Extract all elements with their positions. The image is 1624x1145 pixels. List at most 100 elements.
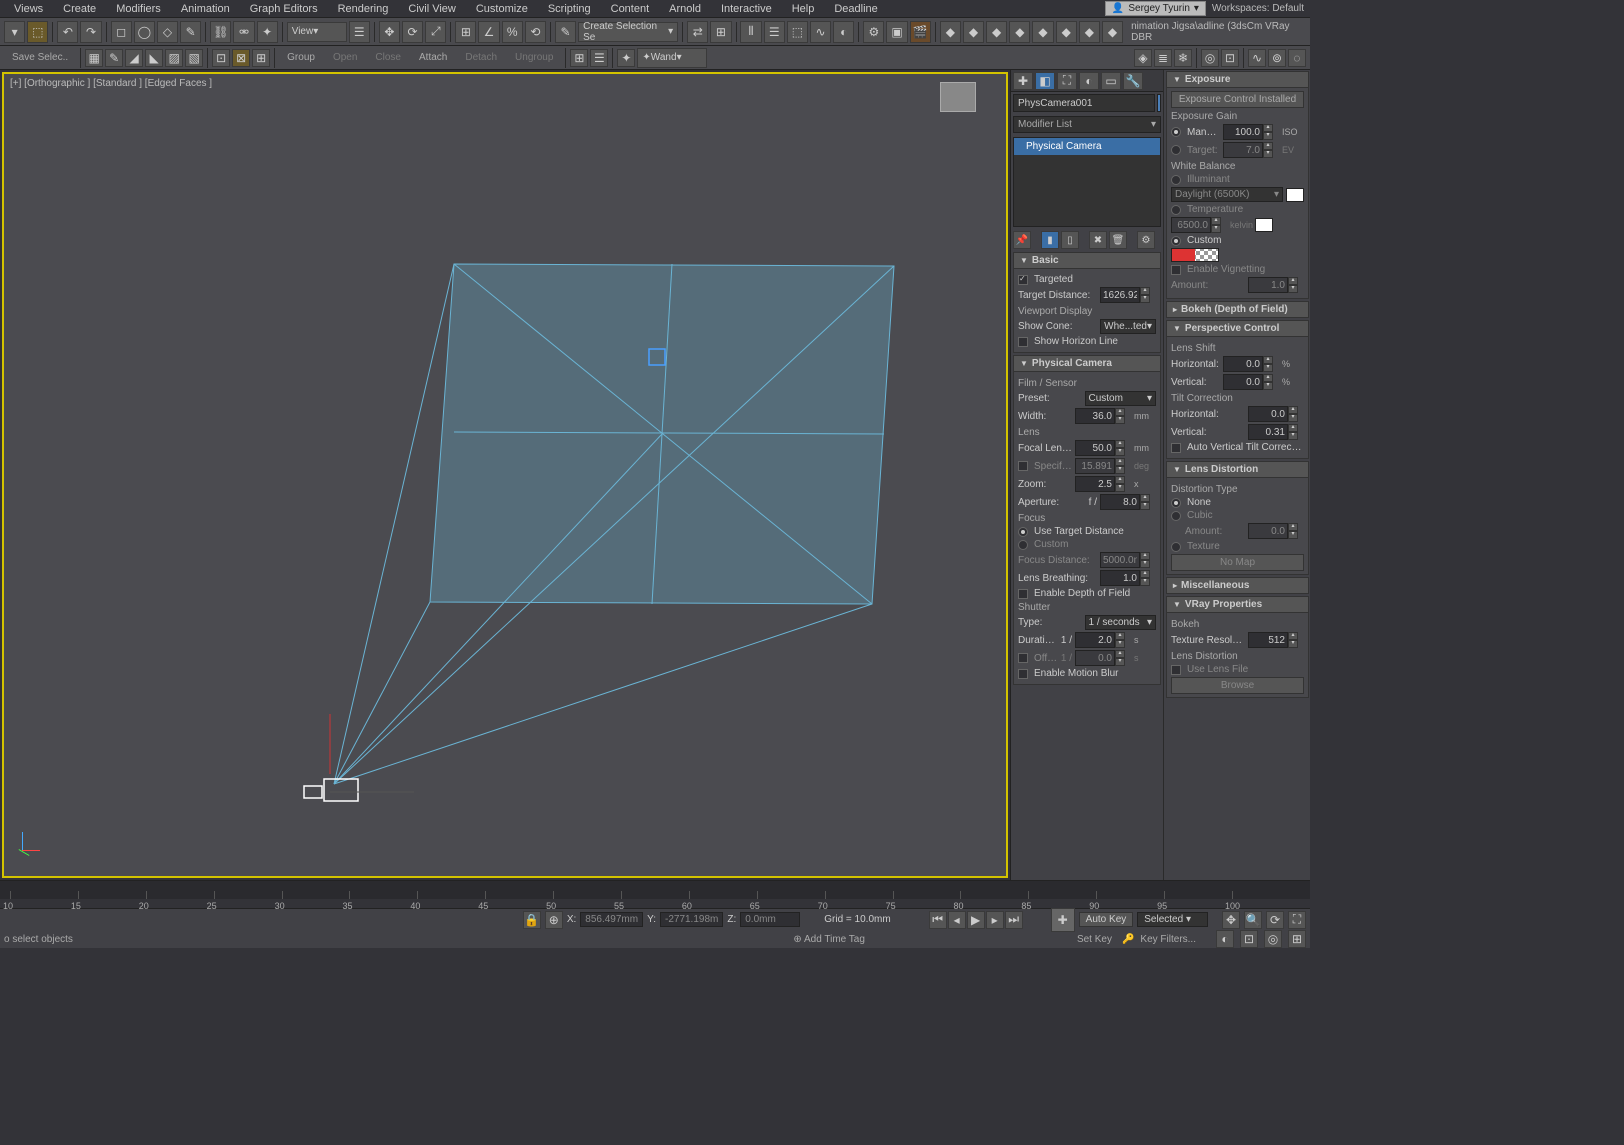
autokey-button[interactable]: Auto Key bbox=[1079, 912, 1134, 927]
bind-spacewarp-icon[interactable]: ✦ bbox=[257, 21, 278, 43]
ribbon-btn-5[interactable]: ▨ bbox=[165, 49, 183, 67]
wb-illuminant-radio[interactable] bbox=[1171, 175, 1181, 185]
zoom-spinner[interactable]: ▴▾ bbox=[1075, 476, 1131, 492]
focus-custom-radio[interactable] bbox=[1018, 540, 1028, 550]
focus-target-radio[interactable] bbox=[1018, 527, 1028, 537]
selection-filter-dropdown[interactable]: View ▾ bbox=[287, 22, 347, 42]
key-filter-dropdown[interactable]: Selected ▾ bbox=[1137, 912, 1208, 927]
distort-none-radio[interactable] bbox=[1171, 498, 1181, 508]
nav2-a-icon[interactable]: ◐ bbox=[1216, 930, 1234, 948]
auto-vertical-tilt-checkbox[interactable] bbox=[1171, 443, 1181, 453]
show-cone-dropdown[interactable]: Whe...ted▾ bbox=[1100, 319, 1156, 334]
layout-icon[interactable]: ☰ bbox=[590, 49, 608, 67]
menu-animation[interactable]: Animation bbox=[171, 1, 240, 17]
viewport-label[interactable]: [+] [Orthographic ] [Standard ] [Edged F… bbox=[10, 78, 212, 89]
wb-custom-radio[interactable] bbox=[1171, 236, 1181, 246]
physical-camera-rollout-header[interactable]: ▼Physical Camera bbox=[1013, 355, 1161, 372]
abs-rel-icon[interactable]: ⊕ bbox=[545, 911, 563, 929]
aperture-spinner[interactable]: ▴▾ bbox=[1100, 494, 1156, 510]
ribbon-btn-3[interactable]: ◢ bbox=[125, 49, 143, 67]
snap-percent-icon[interactable]: % bbox=[502, 21, 523, 43]
align-icon[interactable]: ⫴ bbox=[740, 21, 761, 43]
ribbon-btn-8[interactable]: ⊠ bbox=[232, 49, 250, 67]
user-account-button[interactable]: 👤 Sergey Tyurin ▾ bbox=[1105, 1, 1206, 16]
distort-texture-radio[interactable] bbox=[1171, 542, 1181, 552]
exposure-control-button[interactable]: Exposure Control Installed bbox=[1171, 91, 1304, 108]
tool-b-icon[interactable]: ◆ bbox=[963, 21, 984, 43]
transform-type-icon[interactable]: ⊞ bbox=[570, 49, 588, 67]
redo-icon[interactable]: ↷ bbox=[80, 21, 101, 43]
shutter-duration-spinner[interactable]: ▴▾ bbox=[1075, 632, 1131, 648]
edit-named-sel-icon[interactable]: ✎ bbox=[555, 21, 576, 43]
tilt-horizontal-spinner[interactable]: ▴▾ bbox=[1248, 406, 1304, 422]
setkey-button[interactable]: Set Key bbox=[1077, 934, 1112, 945]
exposure-rollout-header[interactable]: ▼Exposure bbox=[1166, 71, 1309, 88]
configure-sets-icon[interactable]: ⚙ bbox=[1137, 231, 1155, 249]
select-fence-icon[interactable]: ◇ bbox=[157, 21, 178, 43]
hierarchy-tab-icon[interactable]: ⛶ bbox=[1057, 72, 1077, 90]
shift-vertical-spinner[interactable]: ▴▾ bbox=[1223, 374, 1279, 390]
workspace-dropdown[interactable]: Workspaces: Default bbox=[1206, 1, 1310, 16]
unlink-icon[interactable]: ⚮ bbox=[233, 21, 254, 43]
wb-temp-swatch[interactable] bbox=[1255, 218, 1273, 232]
tool-c-icon[interactable]: ◆ bbox=[986, 21, 1007, 43]
enable-dof-checkbox[interactable] bbox=[1018, 589, 1028, 599]
undo-icon[interactable]: ↶ bbox=[57, 21, 78, 43]
lock-icon[interactable]: 🔒 bbox=[523, 911, 541, 929]
shift-horizontal-spinner[interactable]: ▴▾ bbox=[1223, 356, 1279, 372]
motion-tab-icon[interactable]: ◐ bbox=[1079, 72, 1099, 90]
viewport[interactable]: [+] [Orthographic ] [Standard ] [Edged F… bbox=[2, 72, 1008, 878]
menu-customize[interactable]: Customize bbox=[466, 1, 538, 17]
menu-help[interactable]: Help bbox=[782, 1, 825, 17]
curve-editor-icon[interactable]: ∿ bbox=[810, 21, 831, 43]
array-icon[interactable]: ⊞ bbox=[710, 21, 731, 43]
key-mode-toggle[interactable]: ✚ bbox=[1051, 908, 1075, 932]
menu-rendering[interactable]: Rendering bbox=[328, 1, 399, 17]
bokeh-rollout-header[interactable]: ▸Bokeh (Depth of Field) bbox=[1166, 301, 1309, 318]
ribbon-btn-1[interactable]: ▦ bbox=[85, 49, 103, 67]
mirror-icon[interactable]: ⇄ bbox=[687, 21, 708, 43]
render-production-icon[interactable]: 🎬 bbox=[910, 21, 931, 43]
goto-start-icon[interactable]: ⏮ bbox=[929, 911, 947, 929]
tool-h-icon[interactable]: ◆ bbox=[1102, 21, 1123, 43]
nav-pan-icon[interactable]: ✥ bbox=[1222, 911, 1240, 929]
nav-zoom-icon[interactable]: 🔍 bbox=[1244, 911, 1262, 929]
tool-f-icon[interactable]: ◆ bbox=[1056, 21, 1077, 43]
vignetting-checkbox[interactable] bbox=[1171, 265, 1181, 275]
move-icon[interactable]: ✥ bbox=[379, 21, 400, 43]
make-unique-icon[interactable]: ▯ bbox=[1061, 231, 1079, 249]
target-distance-spinner[interactable]: ▴▾ bbox=[1100, 287, 1156, 303]
remove-modifier-icon[interactable]: ✖ bbox=[1089, 231, 1107, 249]
show-end-result-icon[interactable]: ▮ bbox=[1041, 231, 1059, 249]
lens-distortion-rollout-header[interactable]: ▼Lens Distortion bbox=[1166, 461, 1309, 478]
vray-rollout-header[interactable]: ▼VRay Properties bbox=[1166, 596, 1309, 613]
film-preset-dropdown[interactable]: Custom▾ bbox=[1085, 391, 1157, 406]
menu-create[interactable]: Create bbox=[53, 1, 106, 17]
focal-length-spinner[interactable]: ▴▾ bbox=[1075, 440, 1131, 456]
menu-interactive[interactable]: Interactive bbox=[711, 1, 782, 17]
wand-dropdown[interactable]: ✦ Wand ▾ bbox=[637, 48, 707, 68]
rotate-icon[interactable]: ⟳ bbox=[402, 21, 423, 43]
vray-texres-spinner[interactable]: ▴▾ bbox=[1248, 632, 1304, 648]
coord-x-field[interactable]: 856.497mm bbox=[580, 912, 643, 927]
viewcube[interactable] bbox=[940, 82, 976, 112]
vray-uselens-checkbox[interactable] bbox=[1171, 665, 1181, 675]
coord-z-field[interactable]: 0.0mm bbox=[740, 912, 800, 927]
time-slider[interactable]: 101520253035404550556065707580859095100 bbox=[0, 880, 1310, 908]
scale-icon[interactable]: ⤢ bbox=[425, 21, 446, 43]
layers-icon[interactable]: ☰ bbox=[764, 21, 785, 43]
menu-civilview[interactable]: Civil View bbox=[398, 1, 465, 17]
ribbon-btn-9[interactable]: ⊞ bbox=[252, 49, 270, 67]
nav2-b-icon[interactable]: ⊡ bbox=[1240, 930, 1258, 948]
tool-d-icon[interactable]: ◆ bbox=[1009, 21, 1030, 43]
select-by-name-icon[interactable]: ☰ bbox=[349, 21, 370, 43]
render-frame-icon[interactable]: ▣ bbox=[886, 21, 907, 43]
shutter-type-dropdown[interactable]: 1 / seconds▾ bbox=[1085, 615, 1157, 630]
lens-breathing-spinner[interactable]: ▴▾ bbox=[1100, 570, 1156, 586]
menu-arnold[interactable]: Arnold bbox=[659, 1, 711, 17]
show-horizon-checkbox[interactable] bbox=[1018, 337, 1028, 347]
material-editor-icon[interactable]: ◐ bbox=[833, 21, 854, 43]
misc-rollout-header[interactable]: ▸Miscellaneous bbox=[1166, 577, 1309, 594]
basic-rollout-header[interactable]: ▼Basic bbox=[1013, 252, 1161, 269]
keyfilters-button[interactable]: Key Filters... bbox=[1140, 934, 1196, 945]
